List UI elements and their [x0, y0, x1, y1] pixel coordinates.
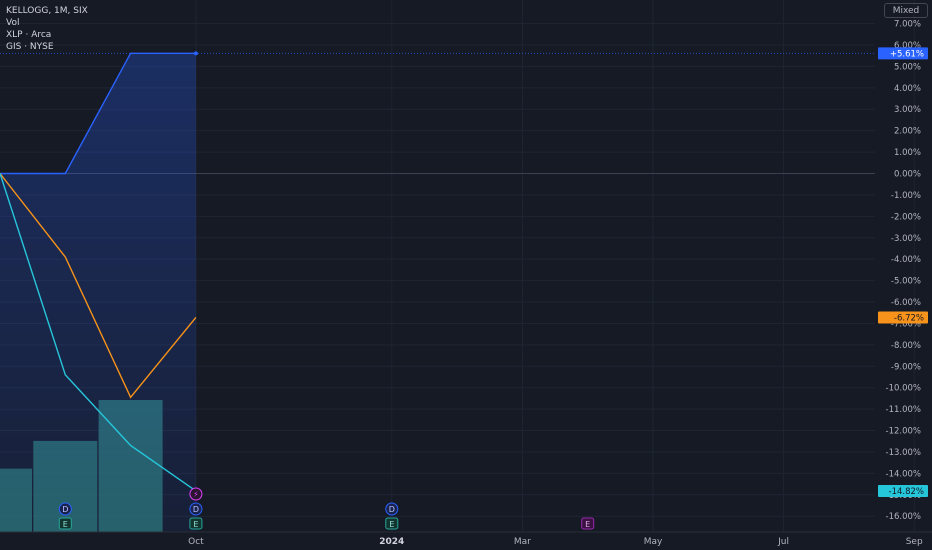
dividend-event-label: D: [62, 505, 68, 514]
price-scale-label: -13.00%: [886, 448, 921, 458]
price-scale-label: 5.00%: [894, 62, 921, 72]
price-scale-label: -14.00%: [886, 469, 921, 479]
time-axis-label: Sep: [906, 537, 923, 547]
time-axis-label: Mar: [514, 537, 531, 547]
price-chart[interactable]: 7.00%6.00%5.00%4.00%3.00%2.00%1.00%0.00%…: [0, 0, 932, 550]
time-axis-label: Jul: [777, 537, 789, 547]
chart-area[interactable]: 7.00% 6.00% 5.00% 4.00% 3.00% 2.00% 1.00% 0.00%…: [0, 0, 932, 550]
price-scale-label: -8.00%: [891, 341, 921, 351]
earnings-event-label: E: [585, 520, 590, 529]
kellogg-last-point: [193, 51, 198, 56]
earnings-event-label: E: [389, 520, 394, 529]
price-scale-label: 1.00%: [894, 148, 921, 158]
dividend-event-label: D: [193, 505, 199, 514]
price-scale-label: -5.00%: [891, 277, 921, 287]
chart-legend: KELLOGG, 1M, SIX Vol XLP · Arca GIS · NY…: [6, 5, 88, 53]
legend-volume[interactable]: Vol: [6, 17, 88, 29]
dividend-event-label: D: [389, 505, 395, 514]
price-scale-label: -12.00%: [886, 427, 921, 437]
earnings-event-label: E: [63, 520, 68, 529]
price-scale-label: 0.00%: [894, 170, 921, 180]
split-event-icon: ⚡: [193, 490, 199, 499]
price-scale-label: 3.00%: [894, 105, 921, 115]
price-scale-label: -9.00%: [891, 362, 921, 372]
legend-compare-xlp[interactable]: XLP · Arca: [6, 29, 88, 41]
price-scale-label: -11.00%: [886, 405, 921, 415]
main-series-area: [0, 53, 196, 533]
price-scale-label: -1.00%: [891, 191, 921, 201]
gis-last-value-label: -14.82%: [889, 487, 924, 497]
scale-mode-button[interactable]: Mixed: [884, 3, 928, 18]
time-axis-label: May: [644, 537, 663, 547]
price-scale-label: -6.00%: [891, 298, 921, 308]
price-scale-label: 7.00%: [894, 20, 921, 30]
price-scale-label: -4.00%: [891, 255, 921, 265]
legend-compare-gis[interactable]: GIS · NYSE: [6, 41, 88, 53]
price-scale-label: -16.00%: [886, 512, 921, 522]
legend-main-symbol[interactable]: KELLOGG, 1M, SIX: [6, 5, 88, 17]
price-scale-label: -3.00%: [891, 234, 921, 244]
price-scale-label: 4.00%: [894, 84, 921, 94]
time-axis-label: Oct: [188, 537, 204, 547]
xlp-last-value-label: -6.72%: [894, 313, 924, 323]
earnings-event-label: E: [193, 520, 198, 529]
time-axis-label: 2024: [379, 537, 404, 547]
price-scale-label: -10.00%: [886, 384, 921, 394]
kellogg-last-value-label: +5.61%: [890, 49, 924, 59]
price-scale-label: -2.00%: [891, 212, 921, 222]
price-scale-label: 2.00%: [894, 127, 921, 137]
